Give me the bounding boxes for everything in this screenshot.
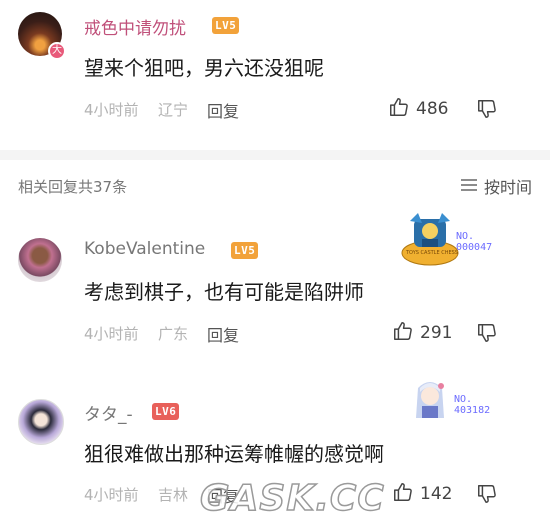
sort-button[interactable]: 按时间 xyxy=(460,174,532,198)
level-badge: LV5 xyxy=(212,17,240,34)
thumbs-down-icon[interactable] xyxy=(476,322,498,348)
sort-label: 按时间 xyxy=(483,178,532,197)
comment-text: 考虑到棋子，也有可能是陷阱师 xyxy=(84,280,364,304)
deco-tag: TOYS CASTLE CHESS xyxy=(406,250,458,256)
sort-lines-icon xyxy=(460,177,478,196)
reply-button[interactable]: 回复 xyxy=(207,322,239,346)
thumbs-up-icon xyxy=(392,481,414,507)
comment-time: 4小时前 xyxy=(84,486,139,504)
comment-text: 望来个狙吧，男六还没狙呢 xyxy=(84,56,324,80)
chess-piece-decoration: TOYS CASTLE CHESS xyxy=(400,211,460,267)
avatar[interactable] xyxy=(18,399,64,445)
comment-time: 4小时前 xyxy=(84,101,139,119)
avatar[interactable] xyxy=(18,238,62,282)
watermark: GASK.CC xyxy=(199,477,385,520)
reply-item: KobeValentine LV5 TOYS CASTLE CHESS NO. … xyxy=(0,205,550,355)
username[interactable]: KobeValentine xyxy=(84,239,205,259)
replies-count-title: 相关回复共37条 xyxy=(18,178,128,196)
username[interactable]: タタ_- xyxy=(84,400,133,425)
comment-text: 狙很难做出那种运筹帷幄的感觉啊 xyxy=(84,442,384,466)
like-button[interactable]: 486 xyxy=(388,96,448,122)
thumbs-down-icon[interactable] xyxy=(476,483,498,509)
anime-character-decoration xyxy=(410,378,450,422)
comment-location: 广东 xyxy=(158,325,189,343)
thumbs-down-icon[interactable] xyxy=(476,98,498,124)
comment-location: 吉林 xyxy=(158,486,189,504)
avatar-badge: 大 xyxy=(48,42,66,60)
like-count: 291 xyxy=(420,323,453,343)
thumbs-up-icon xyxy=(388,96,410,122)
like-count: 142 xyxy=(420,484,453,504)
deco-no-label: NO. xyxy=(456,231,475,242)
reply-button[interactable]: 回复 xyxy=(207,98,239,122)
comment-location: 辽宁 xyxy=(158,101,189,119)
decoration-number: NO. 403182 xyxy=(454,394,490,416)
comment-time: 4小时前 xyxy=(84,325,139,343)
username[interactable]: 戒色中请勿扰 xyxy=(84,14,186,39)
like-button[interactable]: 291 xyxy=(392,320,452,346)
deco-no-value: 000047 xyxy=(456,242,493,253)
deco-no-value: 403182 xyxy=(454,405,491,416)
thumbs-up-icon xyxy=(392,320,414,346)
decoration-number: NO. 000047 xyxy=(456,231,492,253)
like-count: 486 xyxy=(416,99,449,119)
top-comment: 大 戒色中请勿扰 LV5 望来个狙吧，男六还没狙呢 4小时前 辽宁 回复 486 xyxy=(0,0,550,150)
level-badge: LV6 xyxy=(152,403,180,420)
section-divider xyxy=(0,150,550,160)
deco-no-label: NO. xyxy=(454,394,473,405)
like-button[interactable]: 142 xyxy=(392,481,452,507)
level-badge: LV5 xyxy=(231,242,259,259)
replies-header: 相关回复共37条 按时间 xyxy=(0,168,550,202)
